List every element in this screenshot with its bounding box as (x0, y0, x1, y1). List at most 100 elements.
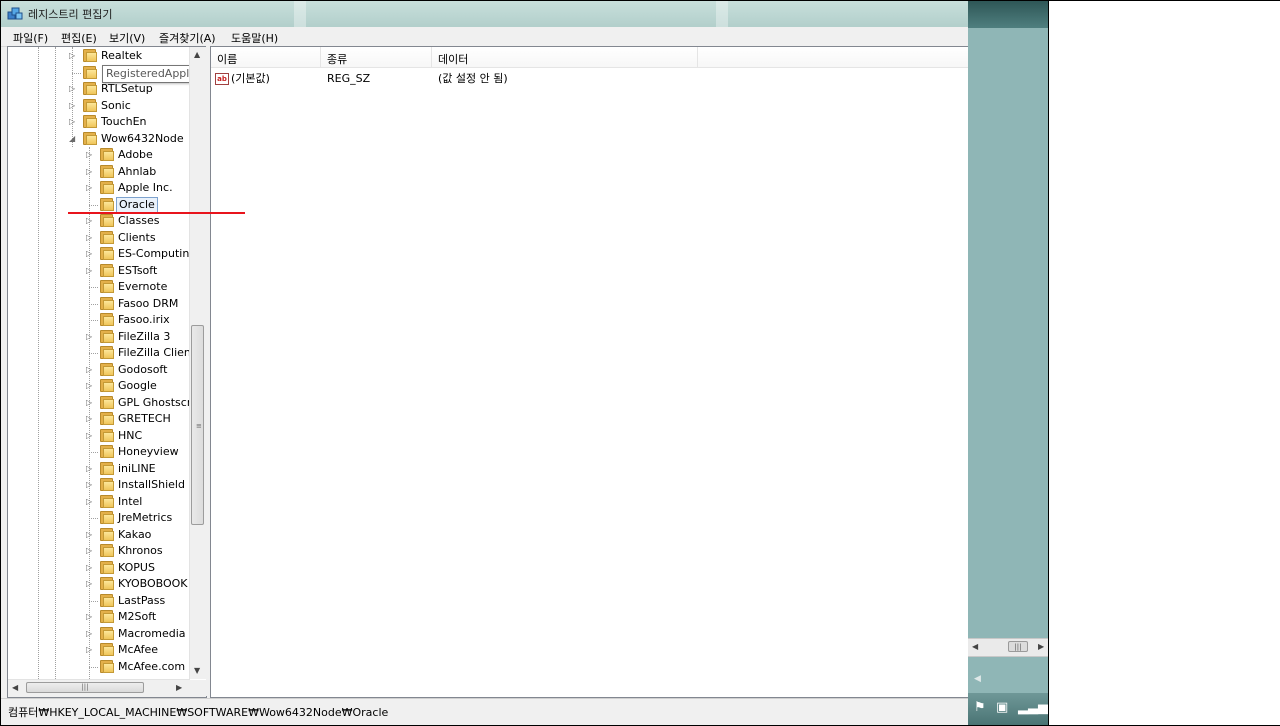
expand-arrow-icon[interactable]: ▷ (86, 364, 95, 375)
menu-help[interactable]: 도움말(H) (231, 30, 278, 46)
expand-arrow-icon[interactable]: ▷ (69, 50, 78, 61)
expand-arrow-icon[interactable]: ▷ (86, 496, 95, 507)
expand-arrow-icon[interactable]: ▷ (86, 380, 95, 391)
expand-arrow-icon[interactable]: ▷ (86, 149, 95, 160)
scroll-left-arrow-icon[interactable]: ◀ (972, 642, 978, 651)
expand-arrow-icon[interactable]: ▷ (86, 265, 95, 276)
scroll-down-arrow-icon[interactable]: ▼ (194, 666, 200, 675)
tree-node[interactable]: ▷ Kakao (8, 527, 188, 543)
tree-node[interactable]: ▷ ESTsoft (8, 263, 188, 279)
menu-file[interactable]: 파일(F) (13, 30, 48, 46)
collapse-arrow-icon[interactable]: ◢ (69, 133, 78, 144)
tree-node[interactable]: ▷ Realtek (8, 48, 188, 64)
tree-node[interactable]: ▷ KOPUS (8, 560, 188, 576)
background-window-scrollbar[interactable]: ◀ ||| ▶ (968, 638, 1048, 657)
blank-area (1048, 0, 1280, 725)
tree-node[interactable]: ▷ Google (8, 378, 188, 394)
tree-node[interactable]: ▷ RTLSetup (8, 81, 188, 97)
value-row[interactable]: ab (기본값) REG_SZ (값 설정 안 됨) (211, 71, 968, 87)
tree-node[interactable]: Honeyview (8, 444, 188, 460)
tree-node[interactable]: ▷ ES-Computing (8, 246, 196, 262)
tree-node[interactable]: ▷ InstallShield (8, 477, 188, 493)
tree-node[interactable]: McAfee.com (8, 659, 188, 675)
tree-vertical-scroll-thumb[interactable]: ≡ (191, 325, 204, 525)
tree-node[interactable]: Fasoo DRM (8, 296, 188, 312)
tree-node[interactable]: ▷ HNC (8, 428, 188, 444)
title-bar[interactable]: 레지스트리 편집기 (0, 0, 968, 27)
expand-arrow-icon[interactable]: ▷ (86, 397, 95, 408)
tree-node[interactable]: ▷ Khronos (8, 543, 188, 559)
tree-vertical-scrollbar[interactable]: ▲ ≡ ▼ (189, 47, 206, 679)
tree-node[interactable]: ▷ Ahnlab (8, 164, 188, 180)
expand-arrow-icon[interactable]: ▷ (86, 215, 95, 226)
expand-arrow-icon[interactable]: ▷ (86, 430, 95, 441)
expand-arrow-icon[interactable]: ▷ (86, 182, 95, 193)
tree-node[interactable]: ◢ Wow6432Node (8, 131, 188, 147)
expand-arrow-icon[interactable]: ▷ (86, 628, 95, 639)
registry-key-tree[interactable]: ▷RealtekRegisteredApplications▷RTLSetup▷… (7, 46, 207, 698)
expand-arrow-icon[interactable]: ▷ (86, 479, 95, 490)
expand-arrow-icon[interactable]: ▷ (86, 463, 95, 474)
expand-arrow-icon[interactable]: ▷ (86, 578, 95, 589)
scroll-right-arrow-icon[interactable]: ▶ (176, 683, 182, 692)
tree-node[interactable]: ▷ Macromedia (8, 626, 188, 642)
column-header-type[interactable]: 종류 (321, 47, 432, 68)
expand-arrow-icon[interactable]: ▷ (86, 232, 95, 243)
tree-node[interactable]: Fasoo.irix (8, 312, 188, 328)
expand-arrow-icon[interactable]: ▷ (69, 116, 78, 127)
scroll-right-arrow-icon[interactable]: ▶ (1038, 642, 1044, 651)
scroll-left-arrow-icon[interactable]: ◀ (12, 683, 18, 692)
tree-node[interactable]: ▷ Intel (8, 494, 188, 510)
tree-node[interactable]: ▷ Clients (8, 230, 188, 246)
folder-icon (100, 296, 114, 310)
expand-arrow-icon[interactable]: ▷ (86, 545, 95, 556)
registry-values-list[interactable]: 이름 종류 데이터 ab (기본값) REG_SZ (값 설정 안 됨) (210, 46, 969, 698)
tree-node[interactable]: ▷ Apple Inc. (8, 180, 188, 196)
tree-node[interactable]: Evernote (8, 279, 188, 295)
folder-icon (83, 131, 97, 145)
expand-arrow-icon[interactable]: ▷ (86, 529, 95, 540)
menu-edit[interactable]: 편집(E) (61, 30, 97, 46)
tree-node[interactable]: ▷ Sonic (8, 98, 188, 114)
action-center-flag-icon[interactable]: ⚑ (974, 700, 986, 715)
tree-horizontal-scrollbar[interactable]: ◀ ||| ▶ (8, 679, 190, 697)
tree-node[interactable]: FileZilla Client (8, 345, 195, 361)
expand-arrow-icon[interactable]: ▷ (69, 83, 78, 94)
tree-node[interactable]: Oracle (8, 196, 188, 213)
expand-arrow-icon[interactable]: ▷ (86, 644, 95, 655)
tree-node[interactable]: ▷ M2Soft (8, 609, 188, 625)
tree-horizontal-scroll-thumb[interactable]: ||| (26, 682, 144, 693)
column-header-data[interactable]: 데이터 (432, 47, 698, 68)
tree-node[interactable]: ▷ FileZilla 3 (8, 329, 188, 345)
background-scroll-thumb[interactable]: ||| (1008, 641, 1028, 652)
scroll-up-arrow-icon[interactable]: ▲ (194, 50, 200, 59)
tree-connector (89, 303, 98, 305)
tree-node-label: Godosoft (118, 362, 168, 376)
expand-arrow-icon[interactable]: ▷ (86, 562, 95, 573)
network-icon[interactable]: ▣ (996, 700, 1008, 715)
tree-node[interactable]: ▷ Adobe (8, 147, 188, 163)
menu-favorites[interactable]: 즐겨찾기(A) (159, 30, 216, 46)
expand-arrow-icon[interactable]: ▷ (86, 611, 95, 622)
tree-node[interactable]: ▷ GPL Ghostscript (8, 395, 206, 411)
expand-arrow-icon[interactable]: ▷ (86, 166, 95, 177)
signal-strength-icon[interactable]: ▂▃▅ (1018, 700, 1048, 715)
tree-node[interactable]: ▷ iniLINE (8, 461, 188, 477)
tray-expand-arrow-icon[interactable]: ◀ (974, 674, 981, 684)
expand-arrow-icon[interactable]: ▷ (69, 100, 78, 111)
expand-arrow-icon[interactable]: ▷ (86, 331, 95, 342)
tree-node[interactable]: ▷ TouchEn (8, 114, 188, 130)
expand-arrow-icon[interactable]: ▷ (86, 413, 95, 424)
tree-node[interactable]: ▷ KYOBOBOOK (8, 576, 188, 592)
expand-arrow-icon[interactable]: ▷ (86, 248, 95, 259)
tree-node[interactable]: LastPass (8, 593, 188, 609)
folder-icon (100, 247, 114, 260)
column-header-name[interactable]: 이름 (211, 47, 321, 68)
tree-node[interactable]: ▷ McAfee (8, 642, 188, 658)
folder-icon (100, 379, 114, 392)
menu-view[interactable]: 보기(V) (109, 30, 145, 46)
tree-node[interactable]: ▷ GRETECH (8, 411, 188, 427)
tree-node[interactable]: JreMetrics (8, 510, 188, 526)
tree-node[interactable]: ▷ Classes (8, 213, 188, 229)
tree-node[interactable]: ▷ Godosoft (8, 362, 188, 378)
